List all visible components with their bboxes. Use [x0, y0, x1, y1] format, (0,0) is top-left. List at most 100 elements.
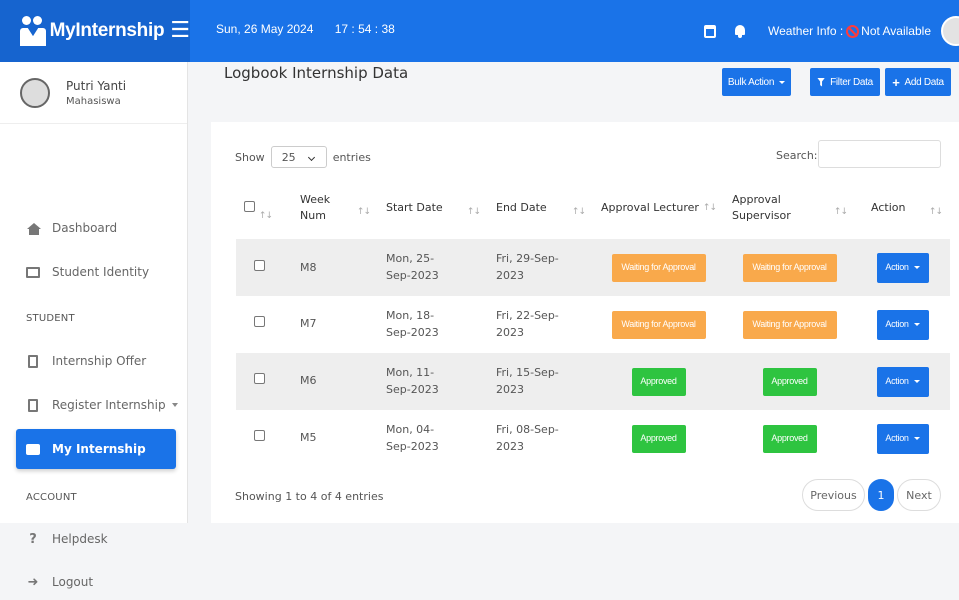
user-avatar-button[interactable]	[941, 16, 959, 46]
select-all-header[interactable]: ↑↓	[236, 177, 292, 240]
status-badge: Approved	[631, 367, 686, 396]
status-badge: Approved	[631, 424, 686, 453]
cell-week: M5	[292, 410, 378, 467]
row-action-button[interactable]: Action	[876, 366, 929, 397]
hamburger-menu-icon[interactable]: ☰	[170, 20, 190, 42]
add-data-button[interactable]: + Add Data	[885, 68, 951, 96]
not-available-icon	[846, 24, 860, 38]
status-badge: Approved	[762, 367, 817, 396]
entries-length-control: Show 25 entries	[235, 146, 371, 168]
entries-select-value: 25	[281, 150, 296, 164]
column-header-end-date[interactable]: End Date ↑↓	[488, 177, 593, 240]
table-row: M8 Mon, 25-Sep-2023 Fri, 29-Sep-2023 Wai…	[236, 239, 950, 296]
row-checkbox[interactable]	[254, 316, 265, 328]
table-row: M6 Mon, 11-Sep-2023 Fri, 15-Sep-2023 App…	[236, 353, 950, 410]
cell-start-date: Mon, 04-Sep-2023	[386, 423, 439, 453]
cell-week: M6	[292, 353, 378, 410]
cell-start-date: Mon, 18-Sep-2023	[386, 309, 439, 339]
column-header-start-date[interactable]: Start Date ↑↓	[378, 177, 488, 240]
avatar	[20, 77, 50, 108]
caret-down-icon	[779, 80, 786, 84]
calendar-icon[interactable]	[704, 24, 717, 38]
pagination-previous[interactable]: Previous	[802, 479, 865, 511]
sort-icon[interactable]: ↑↓	[357, 207, 371, 217]
page-title: Logbook Internship Data	[224, 64, 409, 82]
table-row: M7 Mon, 18-Sep-2023 Fri, 22-Sep-2023 Wai…	[236, 296, 950, 353]
sidebar-item-label: Dashboard	[52, 221, 118, 235]
current-time: 17 : 54 : 38	[334, 22, 395, 36]
status-badge: Waiting for Approval	[611, 310, 706, 339]
pagination-next[interactable]: Next	[897, 479, 941, 511]
logbook-table: ↑↓ Week Num ↑↓ Start Date ↑↓ End Date ↑↓ Ap…	[236, 177, 950, 467]
cell-end-date: Fri, 08-Sep-2023	[496, 423, 559, 453]
bulk-action-button[interactable]: Bulk Action	[722, 68, 791, 96]
sidebar-section-account: ACCOUNT	[26, 491, 77, 503]
cell-week: M7	[292, 296, 378, 353]
sidebar-item-label: Logout	[52, 575, 94, 589]
sort-icon[interactable]: ↑↓	[929, 207, 943, 217]
sidebar-item-my-internship[interactable]: My Internship	[16, 429, 176, 469]
plus-icon: +	[892, 74, 900, 90]
form-icon	[28, 398, 38, 412]
sidebar-item-internship-offer[interactable]: Internship Offer	[0, 343, 188, 379]
cell-end-date: Fri, 29-Sep-2023	[496, 252, 559, 282]
column-header-approval-lecturer[interactable]: Approval Lecturer ↑↓	[593, 177, 724, 240]
sort-icon[interactable]: ↑↓	[467, 207, 481, 217]
sort-icon[interactable]: ↑↓	[834, 207, 848, 217]
question-icon: ?	[29, 531, 37, 547]
sort-icon[interactable]: ↑↓	[572, 207, 586, 217]
brand[interactable]: MyInternship ☰	[0, 0, 190, 62]
brand-name: MyInternship	[49, 20, 165, 41]
status-badge: Waiting for Approval	[742, 253, 837, 282]
sidebar-item-student-identity[interactable]: Student Identity	[0, 254, 188, 290]
caret-down-icon	[913, 380, 920, 383]
status-badge: Waiting for Approval	[611, 253, 706, 282]
row-action-button[interactable]: Action	[876, 252, 929, 283]
sidebar-item-logout[interactable]: ➜ Logout	[0, 564, 188, 600]
user-profile: Putri Yanti Mahasiswa	[0, 62, 187, 124]
row-checkbox[interactable]	[254, 373, 265, 385]
filter-data-label: Filter Data	[830, 76, 873, 88]
show-label: Show	[235, 150, 265, 164]
profile-role: Mahasiswa	[66, 95, 121, 107]
brand-logo-icon	[20, 16, 46, 46]
column-header-action[interactable]: Action ↑↓	[855, 177, 950, 240]
entries-select[interactable]: 25	[270, 146, 327, 168]
row-action-button[interactable]: Action	[876, 309, 929, 340]
add-data-label: Add Data	[904, 76, 945, 88]
top-navbar: MyInternship ☰ Sun, 26 May 2024 17 : 54 …	[0, 0, 959, 62]
sidebar-item-register-internship[interactable]: Register Internship	[0, 387, 188, 423]
cell-start-date: Mon, 11-Sep-2023	[386, 366, 439, 396]
sidebar-item-label: Internship Offer	[52, 354, 147, 368]
filter-data-button[interactable]: Filter Data	[810, 68, 880, 96]
filter-icon	[817, 77, 826, 87]
sort-icon[interactable]: ↑↓	[259, 211, 273, 221]
select-all-checkbox[interactable]	[244, 200, 255, 212]
bulk-action-label: Bulk Action	[727, 76, 775, 88]
sidebar-item-label: Helpdesk	[52, 532, 108, 546]
caret-down-icon	[913, 437, 920, 440]
status-badge: Approved	[762, 424, 817, 453]
pagination-page-1[interactable]: 1	[868, 479, 894, 511]
cell-end-date: Fri, 15-Sep-2023	[496, 366, 559, 396]
column-header-approval-supervisor[interactable]: Approval Supervisor ↑↓	[724, 177, 855, 240]
sidebar-item-helpdesk[interactable]: ? Helpdesk	[0, 521, 188, 557]
sort-icon[interactable]: ↑↓	[703, 203, 717, 213]
chevron-down-icon	[307, 153, 315, 162]
cell-start-date: Mon, 25-Sep-2023	[386, 252, 439, 282]
sidebar-item-dashboard[interactable]: Dashboard	[0, 210, 188, 246]
weather-info: Weather Info : Not Available	[768, 24, 931, 38]
column-header-week[interactable]: Week Num ↑↓	[292, 177, 378, 240]
caret-down-icon	[913, 323, 920, 326]
sidebar-item-label: Register Internship	[52, 398, 166, 412]
datetime: Sun, 26 May 2024 17 : 54 : 38	[216, 22, 413, 36]
row-checkbox[interactable]	[254, 430, 265, 442]
row-checkbox[interactable]	[254, 259, 265, 271]
sidebar-item-label: Student Identity	[52, 265, 150, 279]
row-action-button[interactable]: Action	[876, 423, 929, 454]
table-header-row: ↑↓ Week Num ↑↓ Start Date ↑↓ End Date ↑↓ Ap…	[236, 177, 950, 240]
id-card-icon	[26, 266, 40, 278]
weather-label: Weather Info :	[768, 24, 844, 38]
search-input[interactable]	[818, 140, 941, 168]
notification-bell-icon[interactable]	[734, 24, 746, 38]
